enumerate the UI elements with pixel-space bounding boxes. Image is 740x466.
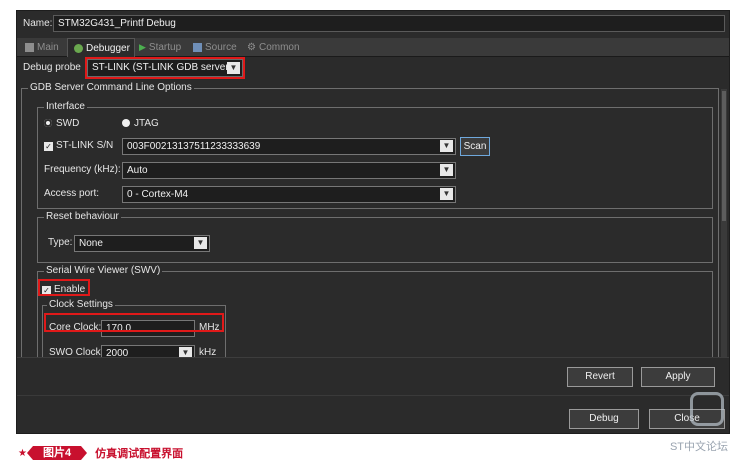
- tab-main[interactable]: Main: [25, 38, 65, 57]
- reset-type-label: Type:: [48, 237, 73, 248]
- name-field[interactable]: STM32G431_Printf Debug: [53, 15, 725, 32]
- stlink-sn-label: ST-LINK S/N: [56, 140, 114, 151]
- frequency-value: Auto: [127, 165, 148, 176]
- star-icon: ★: [18, 447, 27, 459]
- reset-group: Reset behaviour Type: None ▼: [37, 211, 713, 263]
- jtag-label: JTAG: [134, 118, 159, 129]
- apply-button[interactable]: Apply: [641, 367, 715, 387]
- swd-label: SWD: [56, 118, 80, 129]
- checkmark-icon: ✓: [44, 142, 53, 151]
- divider: [17, 357, 729, 358]
- interface-group: Interface SWD JTAG ✓ ST-LINK S/N 003F0021…: [37, 101, 713, 209]
- chevron-down-icon[interactable]: ▼: [440, 188, 453, 200]
- frequency-label: Frequency (kHz):: [44, 164, 121, 175]
- name-label: Name:: [23, 18, 53, 29]
- tab-startup[interactable]: ▶ Startup: [139, 38, 189, 57]
- watermark-logo-icon: [690, 392, 724, 426]
- tab-startup-label: Startup: [148, 42, 182, 53]
- gdb-group-title: GDB Server Command Line Options: [28, 82, 194, 94]
- chevron-down-icon[interactable]: ▼: [194, 237, 207, 249]
- core-clock-highlight: [44, 313, 224, 332]
- figure-tag: 图片4: [26, 446, 88, 460]
- debug-probe-label: Debug probe: [23, 62, 81, 73]
- tab-common-label: Common: [258, 42, 300, 53]
- page-icon: [25, 43, 34, 52]
- debug-button[interactable]: Debug: [569, 409, 639, 429]
- tab-debugger[interactable]: Debugger: [67, 38, 135, 57]
- tab-common[interactable]: ⚙ Common: [247, 38, 307, 57]
- play-icon: ▶: [139, 42, 146, 52]
- figure-caption: ★ 图片4 仿真调试配置界面: [18, 446, 183, 460]
- source-icon: [193, 43, 202, 52]
- probe-highlight: [85, 57, 245, 79]
- launch-config-dialog: Name: STM32G431_Printf Debug Main Debugg…: [16, 10, 730, 434]
- access-port-select[interactable]: 0 - Cortex-M4 ▼: [122, 186, 456, 203]
- common-icon: ⚙: [247, 42, 256, 53]
- tab-main-label: Main: [37, 42, 59, 53]
- stlink-sn-checkbox[interactable]: ✓ ST-LINK S/N: [44, 139, 113, 153]
- reset-type-value: None: [79, 238, 103, 249]
- figure-caption-text: 仿真调试配置界面: [95, 448, 184, 460]
- access-port-label: Access port:: [44, 188, 100, 199]
- watermark-text: ST中文论坛: [669, 441, 729, 453]
- chevron-down-icon[interactable]: ▼: [440, 140, 453, 152]
- tab-bar: Main Debugger ▶ Startup Source ⚙ Common: [17, 38, 729, 57]
- tab-source[interactable]: Source: [193, 38, 245, 57]
- swv-group-title: Serial Wire Viewer (SWV): [44, 265, 163, 277]
- interface-group-title: Interface: [44, 101, 87, 113]
- vertical-scrollbar[interactable]: [721, 89, 727, 357]
- stlink-sn-select[interactable]: 003F00213137511233333639 ▼: [122, 138, 456, 155]
- reset-group-title: Reset behaviour: [44, 211, 121, 223]
- access-port-value: 0 - Cortex-M4: [127, 189, 189, 200]
- stlink-sn-value: 003F00213137511233333639: [127, 141, 261, 152]
- bug-icon: [74, 43, 83, 53]
- swd-radio[interactable]: SWD: [44, 117, 79, 131]
- enable-highlight: [38, 279, 90, 296]
- scrollbar-thumb[interactable]: [722, 91, 726, 221]
- reset-type-select[interactable]: None ▼: [74, 235, 210, 252]
- chevron-down-icon[interactable]: ▼: [440, 164, 453, 176]
- radio-selected-icon: [44, 119, 52, 127]
- clock-settings-title: Clock Settings: [47, 299, 115, 311]
- jtag-radio[interactable]: JTAG: [122, 117, 159, 131]
- radio-icon: [122, 119, 130, 127]
- tab-debugger-label: Debugger: [86, 42, 130, 54]
- tab-source-label: Source: [205, 42, 237, 53]
- revert-button[interactable]: Revert: [567, 367, 633, 387]
- frequency-select[interactable]: Auto ▼: [122, 162, 456, 179]
- scan-button[interactable]: Scan: [460, 137, 490, 156]
